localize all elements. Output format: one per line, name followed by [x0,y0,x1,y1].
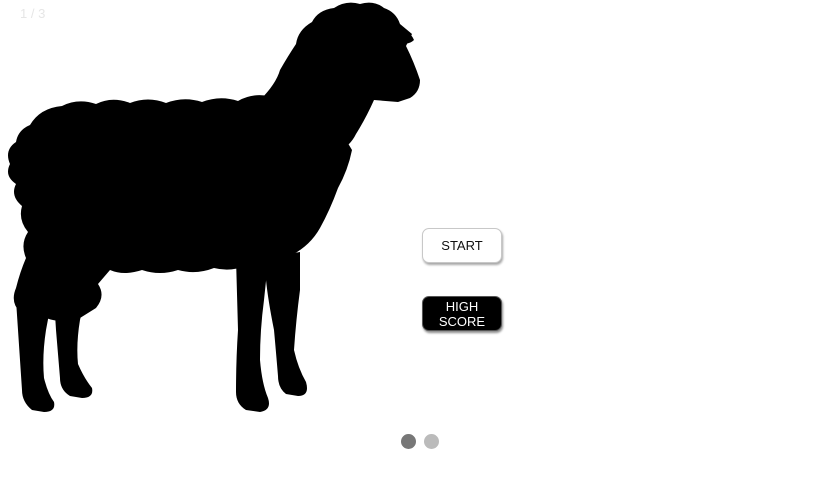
game-stage: 1 / 3 START HIGH SCORE [0,0,820,494]
pagination-dot-2[interactable] [424,434,439,449]
start-button[interactable]: START [422,228,502,263]
high-score-button[interactable]: HIGH SCORE [422,296,502,331]
pagination-dots [401,434,439,449]
pagination-dot-1[interactable] [401,434,416,449]
sheep-silhouette-icon [8,2,420,412]
